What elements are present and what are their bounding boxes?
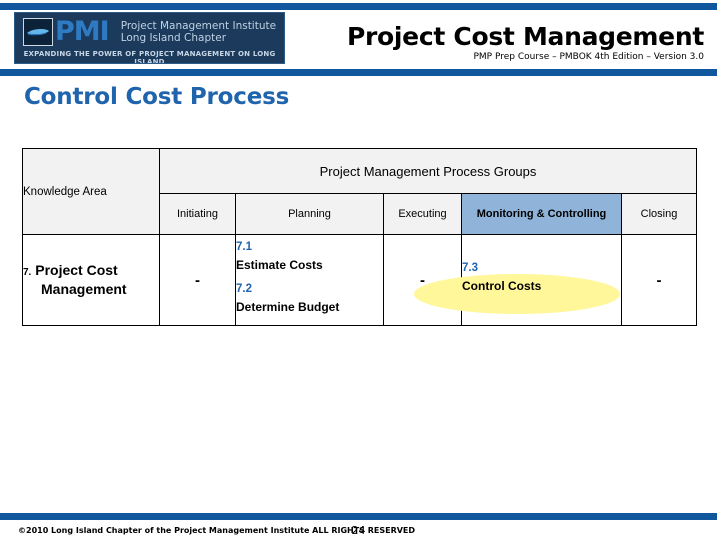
logo-org-text: Project Management Institute Long Island… — [121, 20, 276, 44]
column-header-closing: Closing — [620, 193, 698, 235]
logo-tagline: EXPANDING THE POWER OF PROJECT MANAGEMEN… — [23, 50, 276, 64]
knowledge-area-cell: 7. Project Cost Management — [22, 234, 160, 326]
knowledge-area-number: 7. — [23, 267, 32, 278]
cell-initiating: - — [159, 234, 236, 326]
process-number-7-3: 7.3 — [462, 262, 478, 274]
table-row: 7. Project Cost Management - 7.1 Estimat… — [22, 234, 698, 326]
footer-accent-bar — [0, 513, 717, 520]
process-name-estimate-costs: Estimate Costs — [236, 258, 323, 272]
logo-acronym: PMI — [55, 16, 110, 47]
logo-org-line2: Long Island Chapter — [120, 32, 227, 44]
long-island-icon — [23, 18, 53, 46]
knowledge-area-name-line1: Project Cost — [35, 262, 118, 278]
column-header-executing: Executing — [383, 193, 462, 235]
knowledge-area-header: Knowledge Area — [22, 148, 160, 235]
process-name-determine-budget: Determine Budget — [236, 300, 340, 314]
cell-closing: - — [620, 234, 698, 326]
pmi-logo: PMI Project Management Institute Long Is… — [14, 12, 285, 64]
deck-subtitle: PMP Prep Course – PMBOK 4th Edition – Ve… — [473, 52, 704, 62]
logo-mark: PMI — [23, 16, 110, 47]
knowledge-area-name-line2: Management — [41, 281, 127, 297]
process-number-7-2: 7.2 — [236, 283, 252, 295]
deck-title: Project Cost Management — [346, 22, 704, 51]
top-accent-bar — [0, 3, 717, 10]
page-title: Control Cost Process — [24, 84, 290, 110]
process-number-7-1: 7.1 — [236, 241, 252, 253]
page-number: 24 — [351, 524, 366, 537]
cell-monitoring-and-controlling: 7.3 Control Costs — [461, 234, 622, 326]
process-group-matrix: Knowledge Area Project Management Proces… — [22, 148, 698, 326]
process-groups-header: Project Management Process Groups — [158, 148, 698, 194]
header-divider-bar — [0, 69, 717, 76]
column-header-initiating: Initiating — [159, 193, 236, 235]
logo-primary-row: PMI Project Management Institute Long Is… — [15, 13, 284, 51]
cell-executing: - — [383, 234, 462, 326]
column-header-monitoring-and-controlling: Monitoring & Controlling — [461, 193, 622, 235]
cell-planning: 7.1 Estimate Costs 7.2 Determine Budget — [235, 234, 384, 326]
column-header-planning: Planning — [235, 193, 384, 235]
logo-org-line1: Project Management Institute — [120, 20, 277, 32]
matrix-header-row-groups: Knowledge Area Project Management Proces… — [22, 148, 698, 235]
process-name-control-costs: Control Costs — [462, 279, 542, 293]
